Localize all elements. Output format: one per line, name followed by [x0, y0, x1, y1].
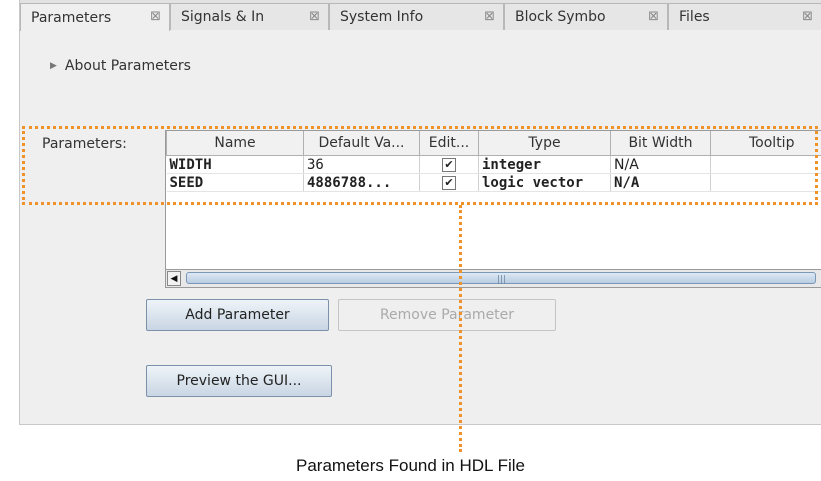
editable-checkbox[interactable]: ✔: [442, 175, 456, 190]
column-header-default-value[interactable]: Default Va...: [303, 131, 420, 156]
param-type-cell[interactable]: logic vector: [478, 173, 611, 192]
close-icon[interactable]: ⊠: [484, 9, 495, 24]
tab-block-symbol[interactable]: Block Symbo ⊠: [504, 3, 668, 30]
column-header-name[interactable]: Name: [166, 131, 304, 156]
param-type-cell[interactable]: integer: [478, 155, 611, 174]
tab-label: System Info: [340, 9, 424, 25]
param-editable-cell[interactable]: ✔: [419, 155, 479, 174]
parameters-label: Parameters:: [42, 136, 127, 152]
about-parameters-label: About Parameters: [64, 58, 191, 74]
component-editor-panel: Parameters ⊠ Signals & In ⊠ System Info …: [19, 0, 821, 425]
column-header-bit-width[interactable]: Bit Width: [610, 131, 711, 156]
scroll-left-icon[interactable]: ◀: [167, 271, 181, 286]
tab-system-info[interactable]: System Info ⊠: [329, 3, 504, 30]
table-row[interactable]: WIDTH 36 ✔ integer N/A: [166, 155, 821, 174]
param-default-cell[interactable]: 4886788...: [303, 173, 420, 192]
tab-label: Block Symbo: [515, 9, 606, 25]
column-header-tooltip[interactable]: Tooltip: [710, 131, 821, 156]
param-tooltip-cell[interactable]: [710, 173, 821, 192]
column-header-editable[interactable]: Edit...: [419, 131, 479, 156]
remove-parameter-button[interactable]: Remove Parameter: [338, 299, 556, 331]
tab-label: Signals & In: [181, 9, 265, 25]
triangle-right-icon: ▶: [50, 61, 57, 71]
column-header-type[interactable]: Type: [478, 131, 611, 156]
editable-checkbox[interactable]: ✔: [442, 157, 456, 172]
param-bit-width-cell[interactable]: N/A: [610, 155, 711, 174]
param-tooltip-cell[interactable]: [710, 155, 821, 174]
horizontal-scrollbar[interactable]: ◀ ||| ▶: [166, 269, 821, 287]
scrollbar-thumb[interactable]: |||: [186, 272, 816, 285]
tab-signals[interactable]: Signals & In ⊠: [170, 3, 329, 30]
callout-leader-line: [459, 205, 462, 452]
tab-label: Files: [679, 9, 710, 25]
grip-icon: |||: [497, 275, 507, 285]
param-name-cell[interactable]: SEED: [166, 173, 304, 192]
close-icon[interactable]: ⊠: [648, 9, 659, 24]
close-icon[interactable]: ⊠: [802, 9, 813, 24]
about-parameters-toggle[interactable]: ▶ About Parameters: [50, 58, 191, 74]
tab-bar: Parameters ⊠ Signals & In ⊠ System Info …: [20, 0, 821, 31]
close-icon[interactable]: ⊠: [150, 9, 161, 24]
param-bit-width-cell[interactable]: N/A: [610, 173, 711, 192]
param-default-cell[interactable]: 36: [303, 155, 420, 174]
tab-parameters[interactable]: Parameters ⊠: [20, 3, 170, 31]
preview-gui-button[interactable]: Preview the GUI...: [146, 365, 332, 397]
tab-label: Parameters: [31, 9, 112, 26]
table-header: Name Default Va... Edit... Type Bit Widt…: [166, 131, 821, 156]
table-row[interactable]: SEED 4886788... ✔ logic vector N/A: [166, 173, 821, 192]
tab-files[interactable]: Files ⊠: [668, 3, 821, 30]
add-parameter-button[interactable]: Add Parameter: [146, 299, 329, 331]
parameters-table: Name Default Va... Edit... Type Bit Widt…: [165, 130, 821, 288]
callout-label: Parameters Found in HDL File: [296, 456, 525, 475]
param-name-cell[interactable]: WIDTH: [166, 155, 304, 174]
param-editable-cell[interactable]: ✔: [419, 173, 479, 192]
close-icon[interactable]: ⊠: [309, 9, 320, 24]
